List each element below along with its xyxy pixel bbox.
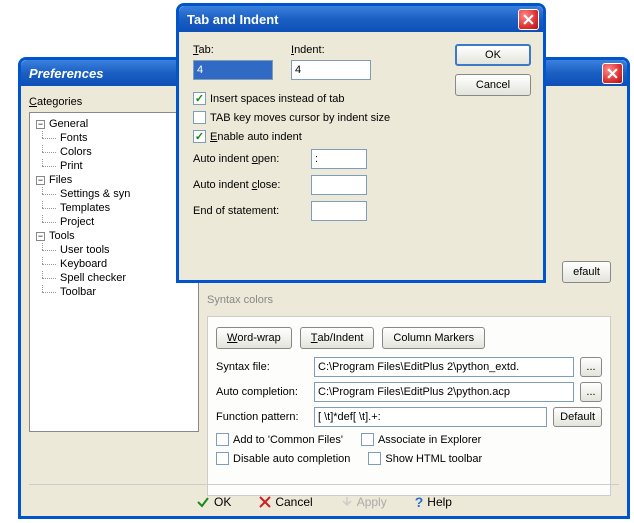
tree-fonts[interactable]: Fonts	[32, 131, 196, 145]
indent-label: Indent:	[291, 44, 371, 56]
autocompletion-browse[interactable]: ...	[580, 382, 602, 402]
end-of-statement-label: End of statement:	[193, 205, 303, 217]
add-common-checkbox[interactable]: Add to 'Common Files'	[216, 433, 343, 446]
tab-indent-dialog: Tab and Indent Tab:Tab: Indent:Indent: O…	[176, 3, 546, 283]
prefs-cancel-button[interactable]: Cancel	[259, 495, 312, 509]
indent-input[interactable]	[291, 60, 371, 80]
checkbox-icon	[193, 92, 206, 105]
tree-project[interactable]: Project	[32, 215, 196, 229]
tab-input[interactable]	[193, 60, 273, 80]
checkbox-icon	[216, 452, 229, 465]
collapse-icon[interactable]: −	[36, 120, 45, 129]
autocompletion-input[interactable]	[314, 382, 574, 402]
tree-user-tools[interactable]: User tools	[32, 243, 196, 257]
auto-indent-close-input[interactable]	[311, 175, 367, 195]
prefs-help-button[interactable]: ? Help	[415, 494, 452, 510]
syntax-colors-tab[interactable]: Syntax colors	[207, 294, 273, 306]
end-of-statement-input[interactable]	[311, 201, 367, 221]
modal-cancel-button[interactable]: Cancel	[455, 74, 531, 96]
tree-print[interactable]: Print	[32, 159, 196, 173]
syntax-file-input[interactable]	[314, 357, 574, 377]
function-pattern-default[interactable]: Default	[553, 407, 602, 427]
checkbox-icon	[368, 452, 381, 465]
default-button-partial[interactable]: efault	[562, 261, 611, 283]
close-icon	[523, 14, 534, 25]
modal-ok-button[interactable]: OK	[455, 44, 531, 66]
column-markers-button[interactable]: Column Markers	[382, 327, 485, 349]
help-icon: ?	[415, 494, 424, 510]
function-pattern-label: Function pattern:	[216, 411, 308, 423]
check-icon	[196, 495, 210, 509]
prefs-apply-button: Apply	[341, 495, 387, 509]
categories-label: CCategoriesategories	[29, 96, 199, 108]
disable-autocomplete-checkbox[interactable]: Disable auto completion	[216, 452, 350, 465]
tree-templates[interactable]: Templates	[32, 201, 196, 215]
tab-indent-button[interactable]: TTab/Indentab/Indent	[300, 327, 375, 349]
checkbox-icon	[193, 130, 206, 143]
settings-group: WWord-wrapord-wrap TTab/Indentab/Indent …	[207, 316, 611, 496]
tree-general[interactable]: − General	[32, 117, 196, 131]
word-wrap-button[interactable]: WWord-wrapord-wrap	[216, 327, 292, 349]
collapse-icon[interactable]: −	[36, 176, 45, 185]
modal-body: Tab:Tab: Indent:Indent: OK Cancel Insert…	[179, 32, 543, 280]
syntax-file-label: Syntax file:	[216, 361, 308, 373]
tree-toolbar[interactable]: Toolbar	[32, 285, 196, 299]
collapse-icon[interactable]: −	[36, 232, 45, 241]
checkbox-icon	[193, 111, 206, 124]
autocompletion-label: Auto completion:	[216, 386, 308, 398]
tab-key-moves-checkbox[interactable]: TAB key moves cursor by indent size	[193, 111, 529, 124]
tab-label: Tab:	[193, 44, 273, 56]
categories-pane: CCategoriesategories − General Fonts Col…	[29, 96, 199, 508]
tree-tools[interactable]: − Tools	[32, 229, 196, 243]
show-html-toolbar-checkbox[interactable]: Show HTML toolbar	[368, 452, 482, 465]
function-pattern-input[interactable]	[314, 407, 547, 427]
tree-files[interactable]: − Files	[32, 173, 196, 187]
modal-close-button[interactable]	[518, 9, 539, 30]
checkbox-icon	[361, 433, 374, 446]
prefs-close-button[interactable]	[602, 63, 623, 84]
auto-indent-open-input[interactable]	[311, 149, 367, 169]
enable-auto-indent-checkbox[interactable]: Enable auto indentEnable auto indent	[193, 130, 529, 143]
categories-tree[interactable]: − General Fonts Colors Print − Files Set…	[29, 112, 199, 432]
associate-explorer-checkbox[interactable]: Associate in Explorer	[361, 433, 481, 446]
tree-colors[interactable]: Colors	[32, 145, 196, 159]
close-icon	[607, 68, 618, 79]
auto-indent-open-label: Auto indent open:	[193, 153, 303, 165]
tree-keyboard[interactable]: Keyboard	[32, 257, 196, 271]
tree-spell-checker[interactable]: Spell checker	[32, 271, 196, 285]
apply-icon	[341, 496, 353, 508]
x-icon	[259, 496, 271, 508]
checkbox-icon	[216, 433, 229, 446]
tree-settings-syntax[interactable]: Settings & syn	[32, 187, 196, 201]
syntax-file-browse[interactable]: ...	[580, 357, 602, 377]
prefs-ok-button[interactable]: OK	[196, 495, 231, 509]
modal-title: Tab and Indent	[187, 12, 518, 27]
dialog-button-bar: OK Cancel Apply ? Help	[29, 484, 619, 514]
modal-titlebar: Tab and Indent	[179, 6, 543, 32]
auto-indent-close-label: Auto indent close:	[193, 179, 303, 191]
